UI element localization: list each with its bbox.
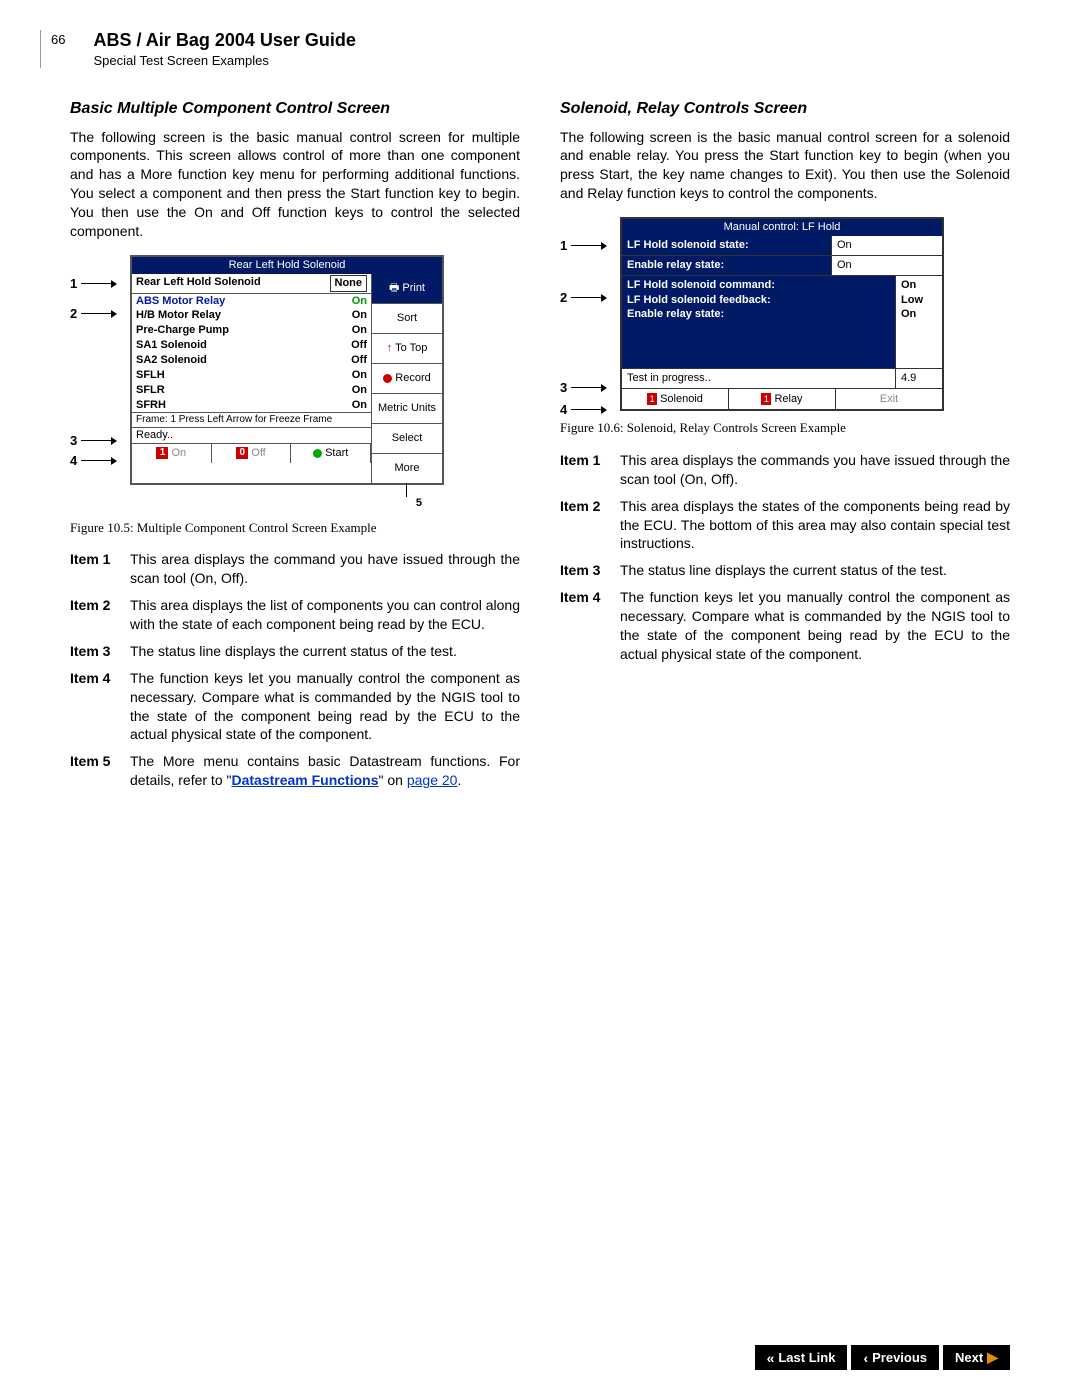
left-item-list: Item 1This area displays the command you… [70,550,520,790]
marker-5-line [406,483,407,497]
list-item[interactable]: H/B Motor RelayOn [136,308,367,323]
off-button[interactable]: 0Off [212,444,292,463]
marker-1b: 1 [560,237,601,255]
fig2-status: Test in progress..4.9 [622,369,942,389]
printer-icon: 🖶 [389,281,399,296]
list-item[interactable]: SFLHOn [136,368,367,383]
more-button[interactable]: More [372,454,442,483]
item-4: Item 4The function keys let you manually… [70,669,520,745]
fig1-fn-bar: 1On 0Off Start [132,443,371,463]
exit-button[interactable]: Exit [836,389,942,410]
item-5: Item 5The More menu contains basic Datas… [70,752,520,790]
fig2-row-2: Enable relay state:On [622,256,942,276]
next-button[interactable]: Next▶ [943,1345,1010,1370]
fig2-title-bar: Manual control: LF Hold [622,219,942,236]
fig1-title-bar: Rear Left Hold Solenoid [132,257,442,274]
marker-3: 3 [70,432,111,450]
item-2: Item 2This area displays the list of com… [70,596,520,634]
start-button[interactable]: Start [291,444,371,463]
list-item[interactable]: SFLROn [136,383,367,398]
list-item[interactable]: SA2 SolenoidOff [136,353,367,368]
fig2-caption: Figure 10.6: Solenoid, Relay Controls Sc… [560,419,1010,437]
on-button[interactable]: 1On [132,444,212,463]
right-intro: The following screen is the basic manual… [560,128,1010,204]
fig1-side-buttons: 🖶Print Sort ↑To Top Record Metric Units … [372,274,442,483]
figure-10-5: 1 2 3 4 Rear Left Hold Solenoid Rear Lef… [130,255,444,485]
item-3: Item 3The status line displays the curre… [70,642,520,661]
select-button[interactable]: Select [372,424,442,454]
item-4r: Item 4The function keys let you manually… [560,588,1010,664]
relay-button[interactable]: 1Relay [729,389,836,410]
datastream-functions-link[interactable]: Datastream Functions [231,772,378,788]
fig1-ready: Ready.. [132,427,371,443]
fig1-command-row: Rear Left Hold Solenoid None [132,274,371,294]
marker-1: 1 [70,275,111,293]
left-intro: The following screen is the basic manual… [70,128,520,241]
page-20-link[interactable]: page 20 [407,772,458,788]
item-2r: Item 2This area displays the states of t… [560,497,1010,554]
fig2-fn-bar: 1Solenoid 1Relay Exit [622,389,942,410]
item-1r: Item 1This area displays the commands yo… [560,451,1010,489]
chevron-left-icon: ‹ [863,1350,868,1366]
solenoid-button[interactable]: 1Solenoid [622,389,729,410]
page-header: 66 ABS / Air Bag 2004 User Guide Special… [40,30,1010,68]
metric-units-button[interactable]: Metric Units [372,394,442,424]
marker-2: 2 [70,305,111,323]
fig1-cmd-value: None [330,275,368,292]
fig2-row-1: LF Hold solenoid state:On [622,236,942,256]
print-button[interactable]: 🖶Print [372,274,442,304]
right-column: Solenoid, Relay Controls Screen The foll… [560,98,1010,798]
header-text: ABS / Air Bag 2004 User Guide Special Te… [93,30,355,68]
page-number: 66 [51,32,65,47]
fig1-status-line: Frame: 1 Press Left Arrow for Freeze Fra… [132,412,371,427]
fig1-cmd-label: Rear Left Hold Solenoid [136,275,330,292]
list-item[interactable]: Pre-Charge PumpOn [136,323,367,338]
marker-2b: 2 [560,289,601,307]
left-heading: Basic Multiple Component Control Screen [70,98,520,120]
nav-footer: «Last Link ‹Previous Next▶ [755,1345,1010,1370]
last-link-button[interactable]: «Last Link [755,1345,848,1370]
dot-green-icon [313,449,322,458]
zero-icon: 0 [236,447,248,459]
doc-subtitle: Special Test Screen Examples [93,53,355,68]
fig1-component-list: ABS Motor RelayOn H/B Motor RelayOn Pre-… [132,294,371,413]
left-column: Basic Multiple Component Control Screen … [70,98,520,798]
arrow-up-icon: ↑ [387,341,393,356]
toggle-icon: 1 [761,393,771,405]
list-item[interactable]: SFRHOn [136,398,367,413]
list-item[interactable]: ABS Motor RelayOn [136,294,367,309]
marker-4: 4 [70,452,111,470]
right-item-list: Item 1This area displays the commands yo… [560,451,1010,664]
chevron-double-left-icon: « [767,1350,775,1366]
one-icon: 1 [156,447,168,459]
sort-button[interactable]: Sort [372,304,442,334]
list-item[interactable]: SA1 SolenoidOff [136,338,367,353]
marker-5: 5 [416,496,422,511]
to-top-button[interactable]: ↑To Top [372,334,442,364]
marker-4b: 4 [560,401,601,419]
toggle-icon: 1 [647,393,657,405]
previous-button[interactable]: ‹Previous [851,1345,939,1370]
marker-3b: 3 [560,379,601,397]
record-button[interactable]: Record [372,364,442,394]
item-3r: Item 3The status line displays the curre… [560,561,1010,580]
chevron-right-icon: ▶ [987,1349,998,1366]
right-heading: Solenoid, Relay Controls Screen [560,98,1010,120]
page: 66 ABS / Air Bag 2004 User Guide Special… [0,0,1080,1390]
figure-10-6: 1 2 3 4 Manual control: LF Hold LF Hold … [620,217,944,411]
item-1: Item 1This area displays the command you… [70,550,520,588]
fig1-caption: Figure 10.5: Multiple Component Control … [70,519,520,537]
doc-title: ABS / Air Bag 2004 User Guide [93,30,355,51]
columns: Basic Multiple Component Control Screen … [70,98,1010,798]
dot-red-icon [383,374,392,383]
fig2-block: LF Hold solenoid command: LF Hold soleno… [622,276,942,369]
